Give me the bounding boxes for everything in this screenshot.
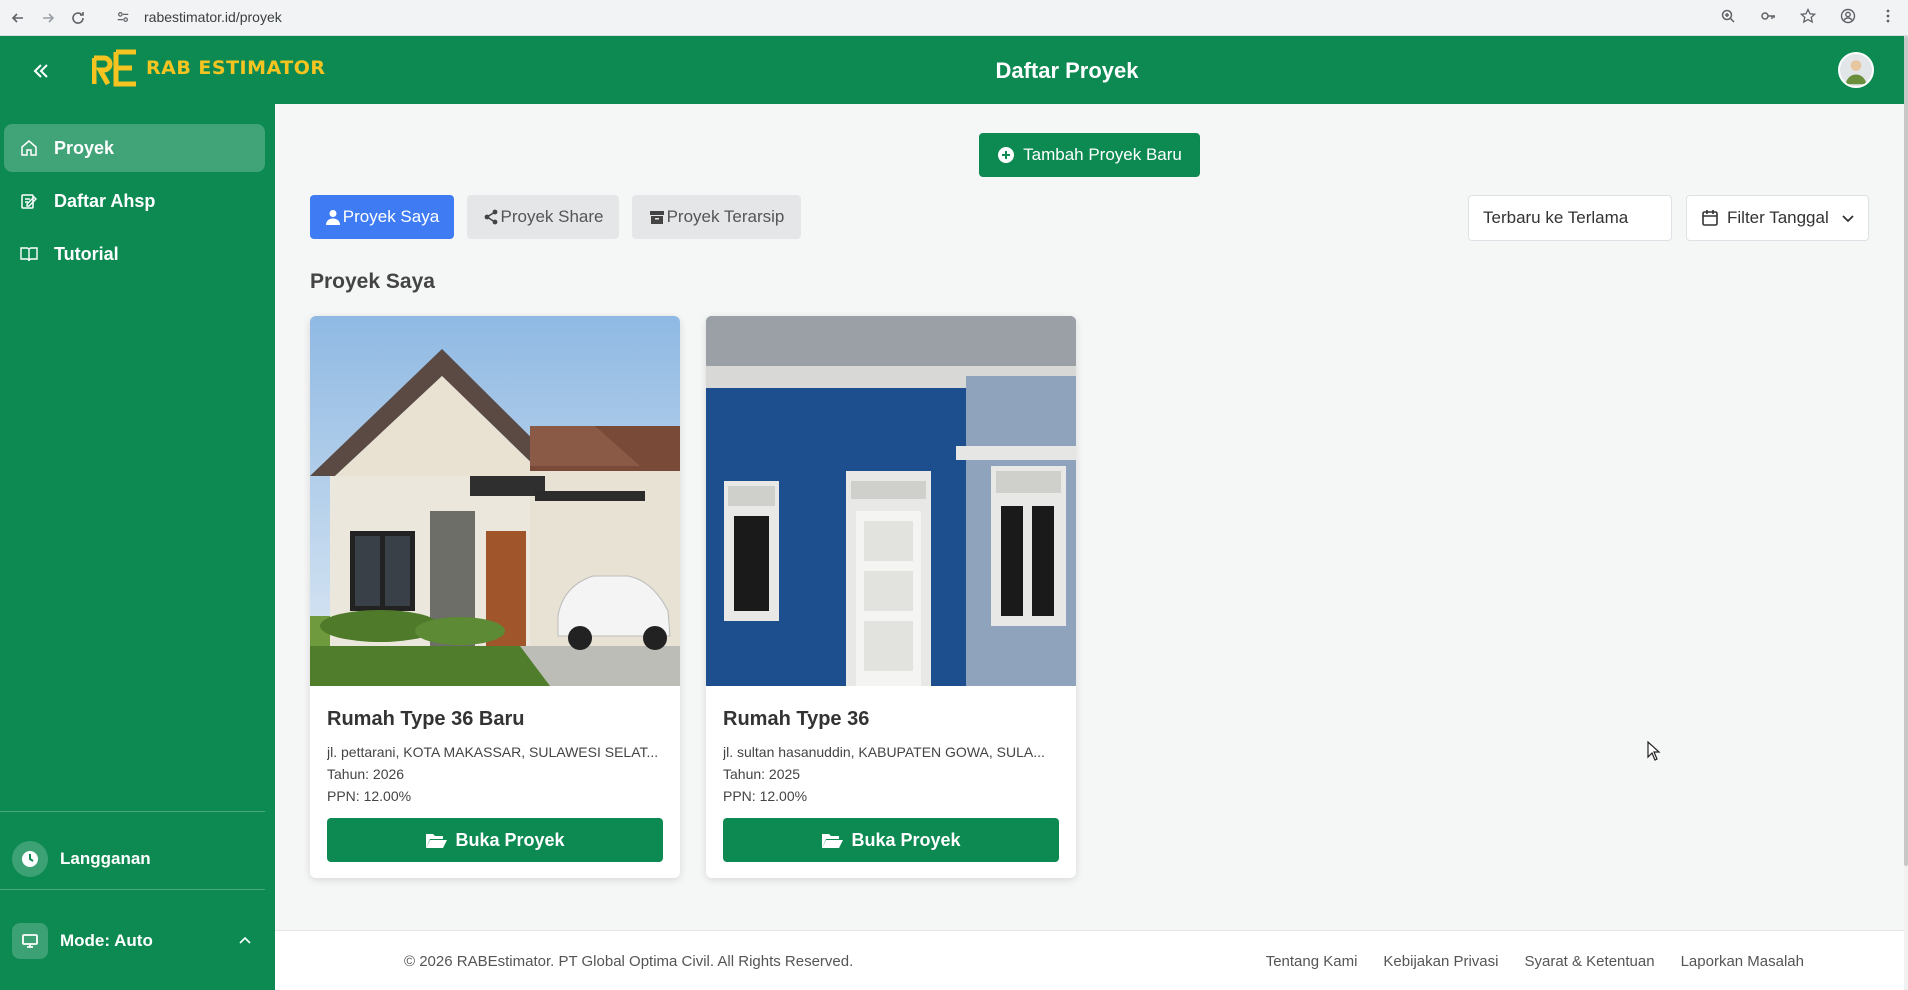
sidebar-item-tutorial[interactable]: Tutorial [4,230,265,278]
project-ppn: PPN: 12.00% [723,788,808,804]
key-icon[interactable] [1756,4,1780,28]
footer-link-tentang-kami[interactable]: Tentang Kami [1266,953,1358,970]
calendar-icon [1702,210,1718,226]
sort-select[interactable]: Terbaru ke Terlama [1468,195,1672,241]
project-title: Rumah Type 36 [723,708,870,730]
project-year: Tahun: 2026 [327,766,405,782]
tab-label: Proyek Saya [342,207,440,226]
folder-open-icon [822,834,844,848]
sidebar: Proyek Daftar Ahsp Tutorial Langganan Mo… [0,104,275,990]
sort-value: Terbaru ke Terlama [1483,208,1629,227]
page-title: Daftar Proyek [995,58,1139,83]
sidebar-item-proyek[interactable]: Proyek [4,124,265,172]
copyright-text: © 2026 RABEstimator. PT Global Optima Ci… [404,953,854,970]
footer-link-syarat-ketentuan[interactable]: Syarat & Ketentuan [1524,953,1654,970]
sidebar-item-daftar-ahsp[interactable]: Daftar Ahsp [4,177,265,225]
tab-label: Proyek Share [500,207,604,226]
scrollbar-thumb[interactable] [1904,36,1908,866]
app-header: RAB ESTIMATOR Daftar Proyek [0,36,1904,104]
book-icon [16,241,42,267]
filter-label: Filter Tanggal [1727,208,1829,227]
footer-link-kebijakan-privasi[interactable]: Kebijakan Privasi [1383,953,1498,970]
folder-open-icon [426,834,448,848]
menu-dots-icon[interactable] [1876,4,1900,28]
avatar[interactable] [1838,52,1874,88]
bookmark-star-icon[interactable] [1796,4,1820,28]
user-icon [325,210,340,225]
section-title: Proyek Saya [310,270,435,293]
project-card: Rumah Type 36 Baru jl. pettarani, KOTA M… [310,316,680,878]
theme-mode-toggle[interactable]: Mode: Auto [12,919,262,963]
forward-icon[interactable] [36,6,60,30]
profile-icon[interactable] [1836,4,1860,28]
mode-label: Mode: Auto [60,931,153,950]
sidebar-item-label: Tutorial [54,243,119,264]
project-address: jl. pettarani, KOTA MAKASSAR, SULAWESI S… [327,744,659,760]
sidebar-divider [0,811,265,812]
zoom-icon[interactable] [1716,4,1740,28]
site-info-icon[interactable] [112,6,134,28]
subscription-label: Langganan [60,849,151,868]
project-ppn: PPN: 12.00% [327,788,412,804]
tab-proyek-share[interactable]: Proyek Share [467,195,619,239]
footer-link-laporkan-masalah[interactable]: Laporkan Masalah [1681,953,1804,970]
project-title: Rumah Type 36 Baru [327,708,525,730]
project-address: jl. sultan hasanuddin, KABUPATEN GOWA, S… [723,744,1045,760]
sidebar-item-label: Proyek [54,137,115,158]
open-project-button[interactable]: Buka Proyek [723,818,1059,862]
add-project-label: Tambah Proyek Baru [1023,145,1182,164]
sidebar-item-label: Daftar Ahsp [54,190,156,211]
add-project-button[interactable]: Tambah Proyek Baru [979,133,1200,177]
page-scrollbar[interactable] [1904,36,1908,990]
url-text[interactable]: rabestimator.id/proyek [144,9,282,25]
project-card: Rumah Type 36 jl. sultan hasanuddin, KAB… [706,316,1076,878]
chevron-down-icon [1842,215,1854,223]
address-bar[interactable]: rabestimator.id/proyek [112,2,1680,32]
open-project-label: Buka Proyek [455,829,565,850]
tab-proyek-terarsip[interactable]: Proyek Terarsip [632,195,801,239]
plus-circle-icon [998,147,1015,163]
share-icon [484,209,497,225]
main-content: Tambah Proyek Baru Proyek Saya Proyek Sh… [275,104,1904,930]
footer: © 2026 RABEstimator. PT Global Optima Ci… [275,930,1904,990]
clock-icon [12,841,48,877]
tab-proyek-saya[interactable]: Proyek Saya [310,195,454,239]
open-project-button[interactable]: Buka Proyek [327,818,663,862]
chevron-up-icon [239,936,251,944]
project-year: Tahun: 2025 [723,766,801,782]
filter-date-button[interactable]: Filter Tanggal [1686,195,1869,241]
project-image [706,316,1076,686]
project-image [310,316,680,686]
reload-icon[interactable] [66,6,90,30]
home-icon [16,135,42,161]
archive-icon [649,211,664,224]
browser-toolbar: rabestimator.id/proyek [0,0,1908,36]
open-project-label: Buka Proyek [851,829,961,850]
monitor-icon [12,923,48,959]
footer-links: Tentang Kami Kebijakan Privasi Syarat & … [1266,953,1804,970]
sidebar-divider [0,889,265,890]
subscription-button[interactable]: Langganan [12,837,262,881]
edit-note-icon [16,188,42,214]
mouse-cursor-icon [1647,741,1661,761]
tab-label: Proyek Terarsip [666,207,785,226]
back-icon[interactable] [6,6,30,30]
